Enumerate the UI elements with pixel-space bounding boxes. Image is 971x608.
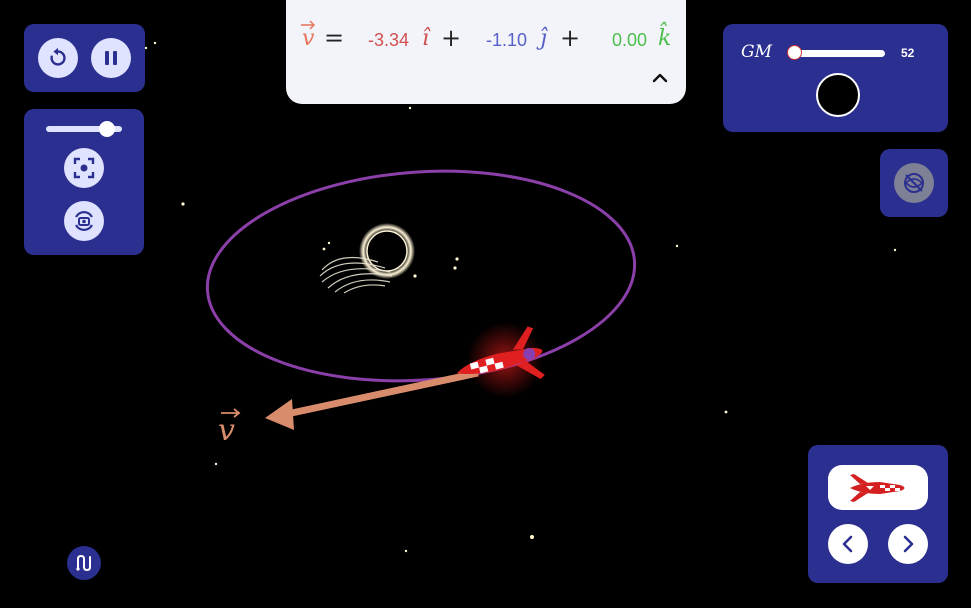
gm-slider[interactable] (786, 45, 885, 60)
plus-sign-1: + (441, 24, 462, 52)
ship-preview-card[interactable] (828, 465, 928, 510)
rocket-icon (850, 473, 905, 502)
previous-ship-button[interactable] (828, 524, 868, 564)
orbit-path (205, 169, 637, 383)
j-hat: ĵ (540, 26, 547, 51)
playback-panel (24, 24, 145, 92)
collapse-button[interactable] (648, 66, 672, 90)
rocket[interactable] (450, 322, 549, 398)
chevron-up-icon (652, 73, 668, 83)
trail-toggle-button[interactable] (67, 546, 101, 580)
recenter-button[interactable] (64, 148, 104, 188)
recenter-icon (73, 157, 95, 179)
camera-panel (24, 109, 144, 255)
gm-value: 52 (901, 46, 915, 60)
vector-label: v (218, 408, 241, 448)
black-hole-preview (816, 73, 860, 117)
visibility-off-icon (904, 173, 924, 193)
speed-slider-thumb[interactable] (98, 121, 115, 137)
i-hat: î (422, 26, 430, 51)
camera-rotate-icon (75, 211, 93, 231)
j-component: -1.10 (486, 30, 528, 50)
speed-slider[interactable] (46, 121, 122, 137)
velocity-equation-panel: v = -3.34 î + -1.10 ĵ + 0.00 k̂ (286, 0, 686, 104)
reset-button[interactable] (38, 38, 78, 78)
gm-slider-thumb[interactable] (786, 45, 802, 60)
velocity-vector (265, 369, 479, 430)
ship-selector-panel (808, 445, 948, 583)
camera-rotate-button[interactable] (64, 201, 104, 241)
k-hat: k̂ (658, 26, 672, 51)
i-component: -3.34 (368, 30, 410, 50)
reset-icon (50, 47, 66, 66)
black-hole (319, 223, 415, 294)
k-component: 0.00 (612, 30, 648, 50)
pause-icon (105, 51, 117, 65)
chevron-right-icon (903, 535, 914, 553)
equals-sign: = (324, 24, 345, 52)
visibility-panel (880, 149, 948, 217)
plus-sign-2: + (560, 24, 581, 52)
pause-button[interactable] (91, 38, 131, 78)
velocity-equation: v = -3.34 î + -1.10 ĵ + 0.00 k̂ (300, 20, 680, 56)
next-ship-button[interactable] (888, 524, 928, 564)
visibility-toggle-button[interactable] (894, 163, 934, 203)
gravity-panel: GM 52 (723, 24, 948, 132)
chevron-left-icon (842, 535, 853, 553)
gm-label: GM (741, 42, 772, 62)
trail-icon (76, 554, 91, 572)
vector-arrow-mark (301, 20, 315, 30)
svg-text:v: v (218, 413, 235, 448)
